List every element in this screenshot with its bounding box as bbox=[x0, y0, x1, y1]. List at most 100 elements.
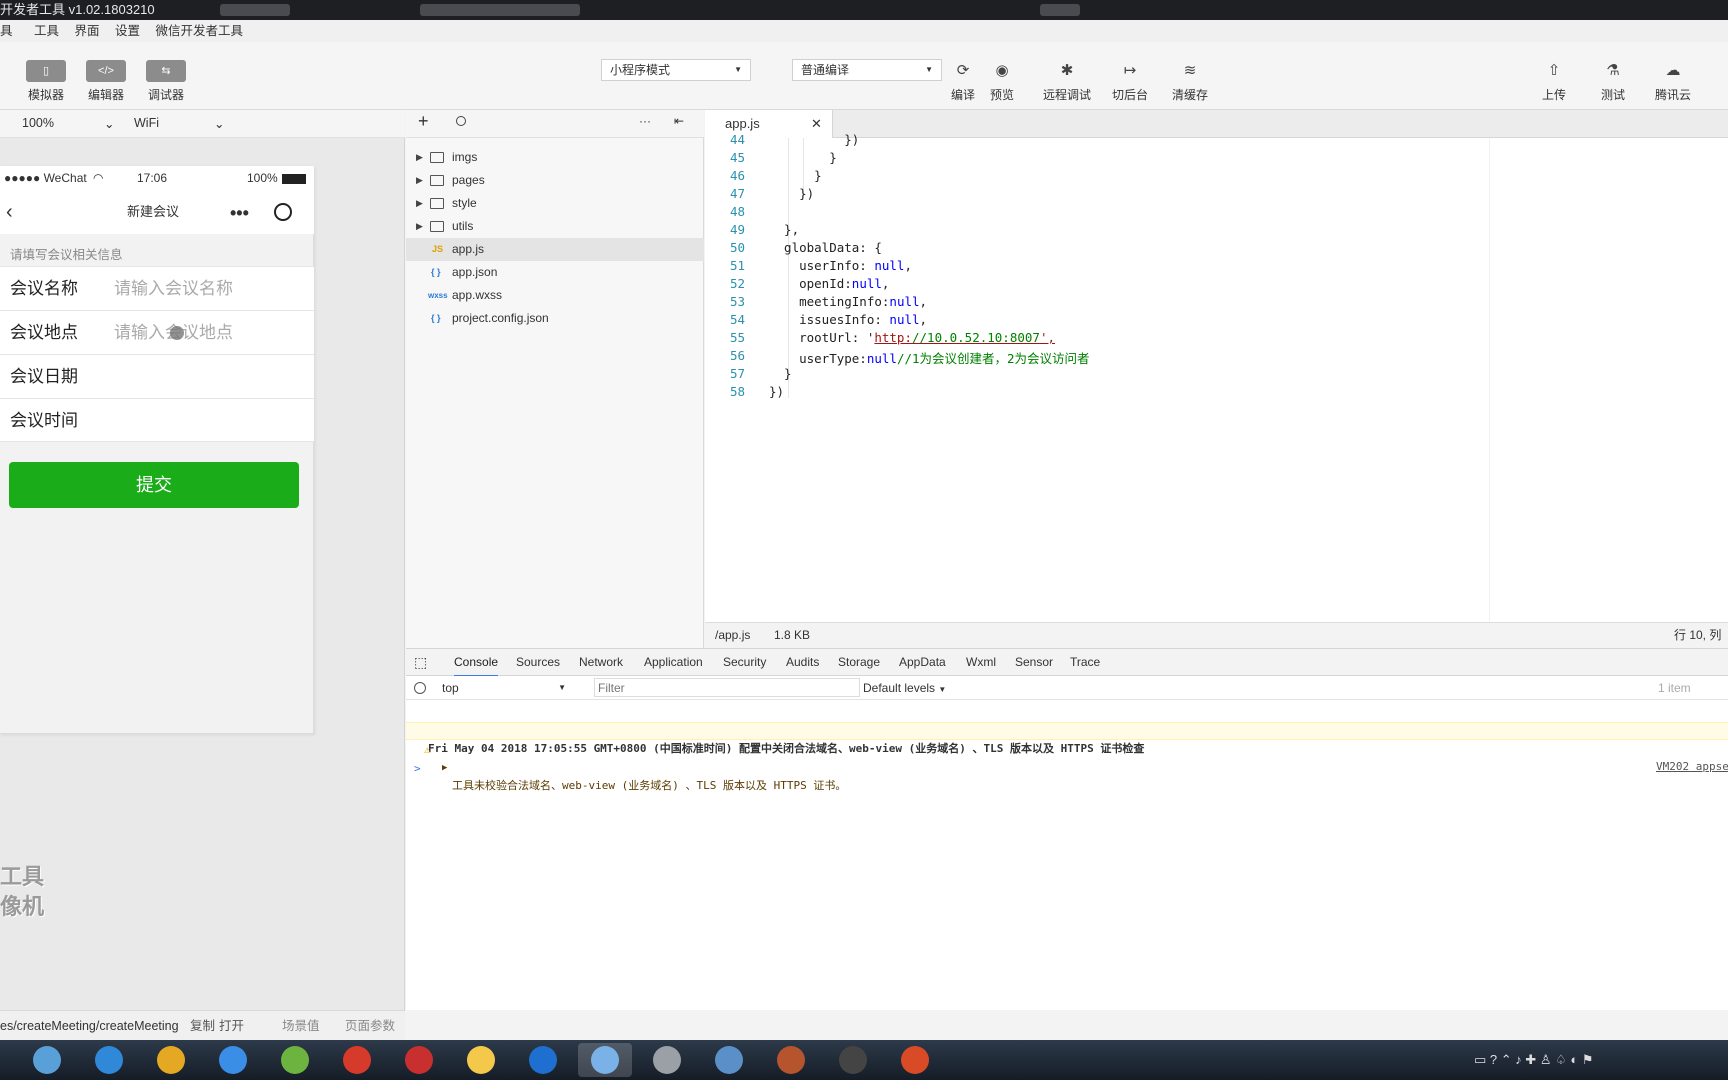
taskbar-app-button[interactable] bbox=[268, 1043, 322, 1077]
tab-trace[interactable]: Trace bbox=[1070, 649, 1100, 675]
tab-storage[interactable]: Storage bbox=[838, 649, 880, 675]
context-select[interactable]: top ▼ bbox=[442, 678, 570, 698]
taskbar-app-button[interactable] bbox=[330, 1043, 384, 1077]
code-editor[interactable]: 44 }) 45 } 46 } 47 }) 48 49 }, 50 globalData: … bbox=[705, 132, 1728, 638]
recording-watermark: 工具 像机 bbox=[0, 862, 44, 922]
phone-nav-bar: ‹ 新建会议 ••• bbox=[0, 190, 314, 234]
taskbar-app-button[interactable] bbox=[206, 1043, 260, 1077]
console-filter-input[interactable] bbox=[594, 678, 860, 697]
network-select[interactable]: WiFi ⌄ bbox=[134, 116, 230, 131]
tab-security[interactable]: Security bbox=[723, 649, 766, 675]
meeting-name-input[interactable]: 请输入会议名称 bbox=[114, 267, 233, 311]
folder-utils[interactable]: ▶ utils bbox=[406, 215, 704, 238]
preview-button[interactable]: ◉ 预览 bbox=[972, 60, 1032, 103]
file-project-config[interactable]: { } project.config.json bbox=[406, 307, 704, 330]
line-number: 57 bbox=[729, 366, 745, 381]
phone-screen: ●●●●● WeChat ◠ 17:06 100% ‹ 新建会议 ••• 请填写… bbox=[0, 166, 314, 734]
folder-pages[interactable]: ▶ pages bbox=[406, 169, 704, 192]
chevron-down-icon: ▼ bbox=[734, 65, 742, 74]
taskbar-app-button[interactable] bbox=[640, 1043, 694, 1077]
menu-item-settings[interactable]: 设置 bbox=[115, 24, 140, 38]
taskbar-app-button[interactable] bbox=[516, 1043, 570, 1077]
spring-icon bbox=[281, 1046, 309, 1074]
taskbar-app-button[interactable] bbox=[144, 1043, 198, 1077]
code-line: }) bbox=[769, 186, 815, 201]
switch-background-label: 切后台 bbox=[1111, 88, 1148, 102]
back-arrow-icon[interactable]: ‹ bbox=[6, 190, 13, 234]
debugger-toggle-button[interactable]: ⇆ 调试器 bbox=[136, 60, 196, 103]
debugger-icon: ⇆ bbox=[146, 60, 186, 82]
scene-value-button[interactable]: 场景值 bbox=[282, 1011, 320, 1041]
page-path-bar: es/createMeeting/createMeeting 复制 打开 场景值… bbox=[0, 1010, 405, 1040]
console-warning[interactable]: ⚠ ▶ 工具未校验合法域名、web-view (业务域名) 、TLS 版本以及 … bbox=[406, 722, 1728, 792]
add-file-icon[interactable]: + bbox=[418, 111, 429, 132]
meeting-date-row[interactable]: 会议日期 bbox=[0, 354, 314, 398]
log-levels-select[interactable]: Default levels ▼ bbox=[863, 676, 946, 702]
file-app-json[interactable]: { } app.json bbox=[406, 261, 704, 284]
remote-debug-button[interactable]: ✱ 远程调试 bbox=[1037, 60, 1097, 103]
tray-icons[interactable]: ▭ ? ⌃ ♪ ✚ ♙ ♤ ◐ ⚑ bbox=[1474, 1052, 1594, 1068]
taskbar-app-button[interactable] bbox=[888, 1043, 942, 1077]
menu-item-interface[interactable]: 界面 bbox=[75, 24, 100, 38]
more-icon[interactable]: ••• bbox=[230, 191, 249, 235]
paw-app-icon bbox=[467, 1046, 495, 1074]
search-icon[interactable] bbox=[456, 116, 466, 126]
tencent-cloud-button[interactable]: ☁ 腾讯云 bbox=[1643, 60, 1703, 103]
switch-background-button[interactable]: ↦ 切后台 bbox=[1100, 60, 1160, 103]
tab-application[interactable]: Application bbox=[644, 649, 703, 675]
tab-network[interactable]: Network bbox=[579, 649, 623, 675]
inspect-element-icon[interactable]: ⬚ bbox=[414, 649, 427, 675]
upload-button[interactable]: ⇧ 上传 bbox=[1524, 60, 1584, 103]
meeting-time-row[interactable]: 会议时间 bbox=[0, 398, 314, 442]
mode-select[interactable]: 小程序模式 ▼ bbox=[601, 59, 751, 81]
clear-cache-button[interactable]: ≋ 清缓存 bbox=[1160, 60, 1220, 103]
folder-name: pages bbox=[452, 173, 485, 187]
line-number: 53 bbox=[729, 294, 745, 309]
switch-background-icon: ↦ bbox=[1123, 62, 1137, 79]
simulator-toggle-button[interactable]: ▯ 模拟器 bbox=[16, 60, 76, 103]
file-app-js[interactable]: JS app.js bbox=[406, 238, 704, 261]
submit-button[interactable]: 提交 bbox=[9, 462, 299, 508]
copy-path-link[interactable]: 复制 bbox=[190, 1011, 215, 1041]
taskbar-app-button[interactable] bbox=[578, 1043, 632, 1077]
page-params-button[interactable]: 页面参数 bbox=[345, 1011, 395, 1041]
taskbar-app-button[interactable] bbox=[826, 1043, 880, 1077]
camera-app-icon bbox=[839, 1046, 867, 1074]
compile-mode-select[interactable]: 普通编译 ▼ bbox=[792, 59, 942, 81]
tab-appdata[interactable]: AppData bbox=[899, 649, 946, 675]
open-path-link[interactable]: 打开 bbox=[219, 1011, 244, 1041]
console-prompt[interactable]: > bbox=[406, 742, 1728, 775]
taskbar-app-button[interactable] bbox=[82, 1043, 136, 1077]
capsule-menu: ••• bbox=[222, 200, 302, 226]
file-app-wxss[interactable]: wxss app.wxss bbox=[406, 284, 704, 307]
taskbar-app-button[interactable] bbox=[454, 1043, 508, 1077]
line-number: 48 bbox=[729, 204, 745, 219]
tab-console[interactable]: Console bbox=[454, 649, 499, 677]
console-group[interactable]: ▼ Fri May 04 2018 17:05:55 GMT+0800 (中国标… bbox=[406, 704, 1728, 773]
taskbar-app-button[interactable] bbox=[702, 1043, 756, 1077]
zoom-select[interactable]: 100% ⌄ bbox=[22, 116, 118, 131]
editor-toggle-button[interactable]: </> 编辑器 bbox=[76, 60, 136, 103]
tab-sources[interactable]: Sources bbox=[516, 649, 560, 675]
clear-console-icon[interactable] bbox=[414, 682, 426, 694]
menu-item-truncated[interactable]: 具 bbox=[0, 24, 13, 38]
taskbar-app-button[interactable] bbox=[392, 1043, 446, 1077]
close-mini-program-icon[interactable] bbox=[274, 203, 292, 221]
more-options-icon[interactable]: ··· bbox=[639, 114, 651, 128]
menu-item-tools[interactable]: 工具 bbox=[34, 24, 59, 38]
collapse-panel-icon[interactable]: ⇤ bbox=[674, 114, 684, 128]
log-source-link[interactable]: VM202 appse bbox=[1656, 758, 1728, 776]
taskbar-app-button[interactable] bbox=[20, 1043, 74, 1077]
tab-sensor[interactable]: Sensor bbox=[1015, 649, 1053, 675]
menu-item-wechat-devtools[interactable]: 微信开发者工具 bbox=[156, 24, 244, 38]
preview-label: 预览 bbox=[989, 88, 1014, 102]
tab-wxml[interactable]: Wxml bbox=[966, 649, 996, 675]
test-button[interactable]: ⚗ 测试 bbox=[1583, 60, 1643, 103]
line-number: 51 bbox=[729, 258, 745, 273]
caret-right-icon: ▶ bbox=[416, 175, 423, 185]
taskbar-app-button[interactable] bbox=[764, 1043, 818, 1077]
folder-imgs[interactable]: ▶ imgs bbox=[406, 146, 704, 169]
tab-audits[interactable]: Audits bbox=[786, 649, 819, 675]
folder-style[interactable]: ▶ style bbox=[406, 192, 704, 215]
log-levels-value: Default levels bbox=[863, 681, 936, 695]
